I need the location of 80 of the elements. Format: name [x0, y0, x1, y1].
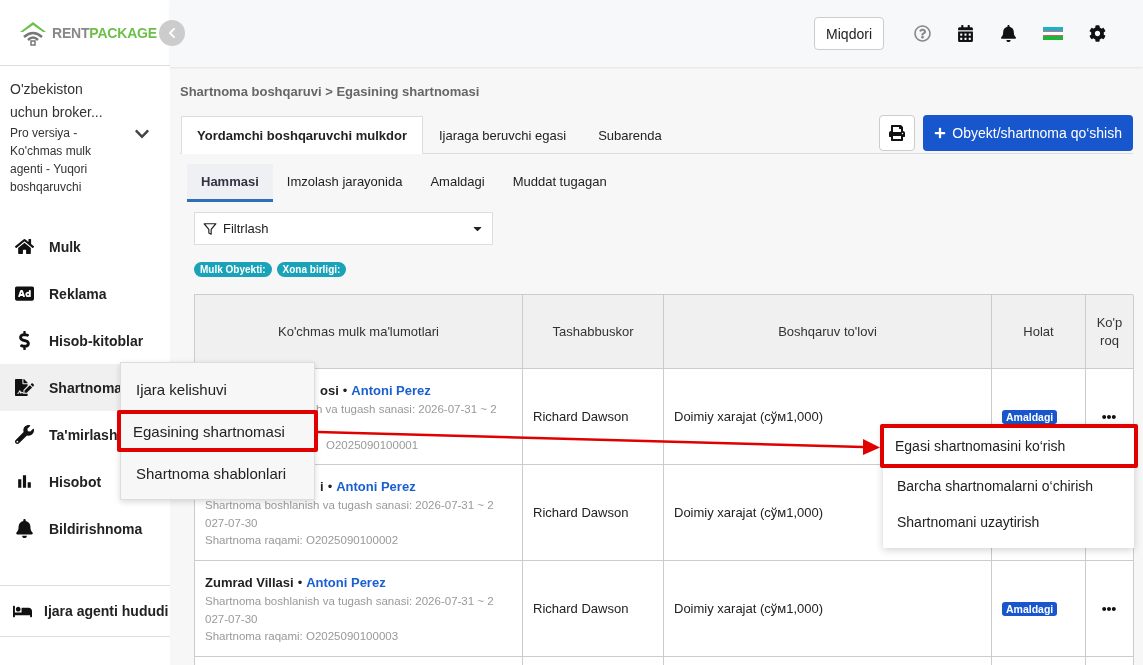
- separator-dot: •: [297, 574, 303, 592]
- column-header: Tashabbuskor: [523, 295, 664, 369]
- menu-item[interactable]: Barcha shartnomalarni o‘chirish: [883, 468, 1134, 504]
- separator-dot: •: [342, 382, 348, 400]
- sidebar-item[interactable]: Ijara agenti hududi: [0, 586, 170, 636]
- tab[interactable]: Subarenda: [582, 116, 678, 154]
- filter-tag: Xona birligi:: [276, 262, 347, 277]
- fee-text: Doimiy xarajat (сўм1,000): [674, 601, 824, 616]
- submenu-item[interactable]: Shartnoma shablonlari: [121, 452, 314, 494]
- status-tab[interactable]: Hammasi: [187, 164, 273, 202]
- filter-select[interactable]: Filtrlash: [194, 212, 493, 245]
- property-name: osi: [320, 382, 339, 400]
- sidebar-label: Mulk: [49, 238, 81, 255]
- calendar-icon[interactable]: [957, 25, 974, 42]
- column-header: Boshqaruv to'lovi: [664, 295, 992, 369]
- initiator-name: Richard Dawson: [533, 505, 629, 520]
- sidebar-label: Shartnoma: [49, 379, 123, 396]
- sidebar-label: Reklama: [49, 285, 107, 302]
- contract-detail: O2025090100001: [326, 437, 419, 453]
- settings-icon[interactable]: [1089, 25, 1106, 42]
- property-name: Zumrad Villasi: [205, 574, 294, 592]
- logo-text: RENT: [52, 24, 90, 41]
- status-tab[interactable]: Imzolash jarayonida: [272, 164, 417, 202]
- logo-text: PACKAGE: [89, 24, 157, 41]
- status-badge: Amaldagi: [1002, 601, 1058, 616]
- contract-icon: [14, 378, 34, 397]
- sidebar-label: Hisobot: [49, 473, 102, 490]
- printer-icon: [889, 125, 906, 141]
- fee-text: Doimiy xarajat (сўм1,000): [674, 409, 824, 424]
- initiator-name: Richard Dawson: [533, 409, 629, 424]
- status-tab[interactable]: Muddat tugagan: [498, 164, 621, 202]
- agent-link[interactable]: Antoni Perez: [306, 572, 386, 593]
- flag-icon[interactable]: [1043, 27, 1063, 40]
- column-header: Ko'chmas mulk ma'lumotlari: [195, 295, 523, 369]
- contract-detail: Shartnoma raqami: O2025090100003: [205, 629, 399, 644]
- property-name: i: [320, 478, 324, 496]
- contract-detail: 027-07-30: [205, 611, 258, 627]
- add-button[interactable]: Obyekt/shartnoma qo‘shish: [923, 115, 1133, 151]
- contract-detail: Shartnoma boshlanish va tugash sanasi: 2026-07-31 ~ 2: [205, 594, 494, 609]
- sidebar-item[interactable]: Mulk: [0, 223, 170, 270]
- bell-icon: [14, 519, 34, 538]
- menu-item[interactable]: Shartnomani uzaytirish: [883, 504, 1134, 540]
- submenu-item[interactable]: Egasining shartnomasi: [117, 410, 318, 452]
- column-header: Ko'proq: [1086, 295, 1134, 369]
- print-button[interactable]: [879, 115, 916, 151]
- fee-text: Doimiy xarajat (сўм1,000): [674, 505, 824, 520]
- ad-icon: [14, 284, 34, 303]
- tab[interactable]: Ijaraga beruvchi egasi: [422, 116, 583, 154]
- logo-icon: [18, 19, 48, 46]
- sidebar-item[interactable]: Reklama: [0, 270, 170, 317]
- bell-icon[interactable]: [1000, 25, 1017, 42]
- separator-dot: •: [327, 478, 333, 496]
- contract-detail: Shartnoma raqami: O2025090100002: [205, 533, 399, 548]
- sidebar-label: Ta'mirlash: [49, 426, 118, 443]
- help-icon[interactable]: [914, 25, 931, 42]
- sidebar-label: Bildirishnoma: [49, 520, 143, 537]
- filter-tag: Mulk Obyekti:: [194, 262, 272, 277]
- plus-icon: [934, 127, 947, 139]
- status-badge: Amaldagi: [1002, 409, 1058, 424]
- plan-description: Pro versiya - Ko'chmas mulk agenti - Yuqori boshqaruvchi: [10, 125, 92, 196]
- tab[interactable]: Yordamchi boshqaruvchi mulkdor: [181, 116, 423, 154]
- breadcrumb: Shartnoma boshqaruvi > Egasining shartnomasi: [180, 84, 480, 99]
- amount-button[interactable]: Miqdori: [814, 17, 884, 50]
- filter-icon: [203, 221, 217, 236]
- menu-item[interactable]: Egasi shartnomasini ko‘rish: [880, 424, 1138, 468]
- agent-link[interactable]: Antoni Perez: [351, 380, 431, 401]
- organization-name: O'zbekiston uchun broker...: [10, 80, 104, 122]
- chevron-left-icon: [166, 27, 178, 39]
- wrench-icon: [14, 425, 34, 444]
- agent-link[interactable]: Antoni Perez: [336, 476, 416, 497]
- sidebar-item[interactable]: Hisob-kitoblar: [0, 317, 170, 364]
- status-tab[interactable]: Amaldagi: [416, 164, 499, 202]
- sidebar-item[interactable]: Bildirishnoma: [0, 505, 170, 552]
- contract-detail: 027-07-30: [205, 515, 258, 531]
- sidebar-label: Ijara agenti hududi: [44, 603, 169, 619]
- home-icon: [14, 237, 34, 256]
- initiator-name: Richard Dawson: [533, 601, 629, 616]
- column-header: Holat: [992, 295, 1086, 369]
- sidebar-label: Hisob-kitoblar: [49, 332, 144, 349]
- contract-detail: Shartnoma boshlanish va tugash sanasi: 2026-07-31 ~ 2: [205, 498, 494, 513]
